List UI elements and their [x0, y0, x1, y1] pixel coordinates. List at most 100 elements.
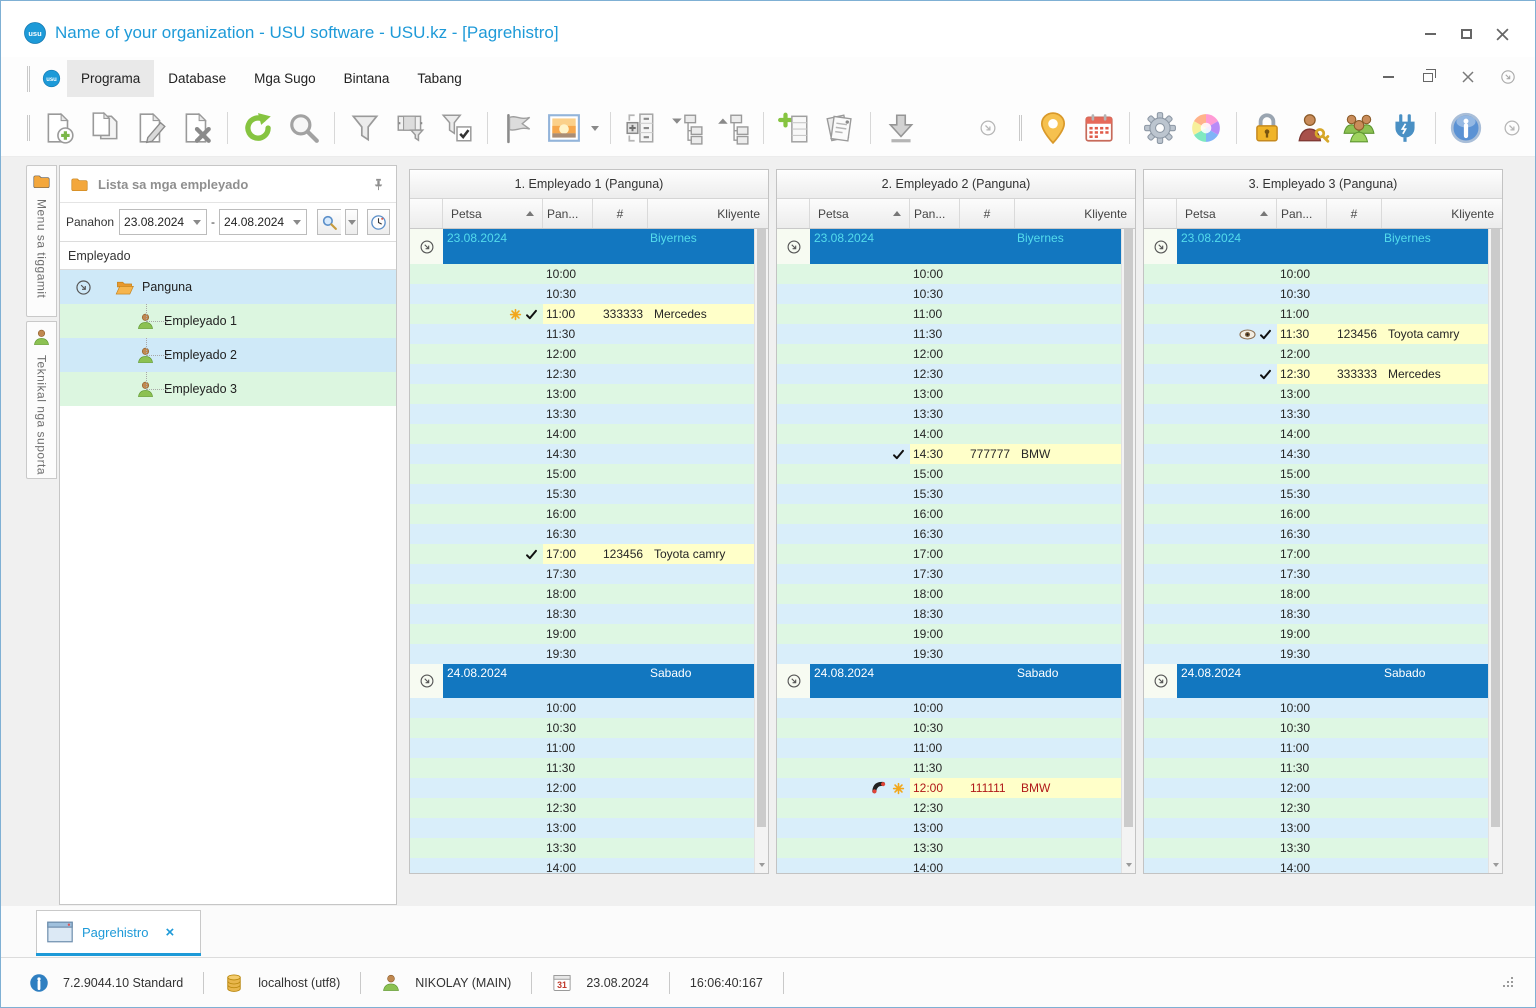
appointment-row[interactable]: 12:30 333333 Mercedes — [1144, 364, 1488, 384]
tree-node-employee-3[interactable]: Empleyado 3 — [60, 372, 396, 406]
time-row[interactable]: 15:30 — [1144, 484, 1488, 504]
chevron-down-icon[interactable] — [188, 210, 206, 234]
search-options-dropdown[interactable] — [345, 209, 359, 235]
time-row[interactable]: 12:00 — [1144, 344, 1488, 364]
time-row[interactable]: 17:30 — [410, 564, 754, 584]
time-row[interactable]: 19:30 — [777, 644, 1121, 664]
time-row[interactable]: 10:30 — [410, 718, 754, 738]
time-row[interactable]: 14:00 — [410, 424, 754, 444]
time-row[interactable]: 19:30 — [1144, 644, 1488, 664]
date-from-picker[interactable]: 23.08.2024 — [119, 209, 208, 235]
time-row[interactable]: 10:30 — [1144, 284, 1488, 304]
time-row[interactable]: 16:30 — [1144, 524, 1488, 544]
column-header-number[interactable]: # — [593, 199, 648, 228]
time-row[interactable]: 10:00 — [1144, 264, 1488, 284]
access-key-button[interactable] — [1290, 106, 1336, 150]
time-row[interactable]: 12:30 — [777, 798, 1121, 818]
users-button[interactable] — [1336, 106, 1382, 150]
time-row[interactable]: 10:00 — [777, 264, 1121, 284]
appointment-row[interactable]: 17:00 123456 Toyota camry — [410, 544, 754, 564]
vertical-scrollbar[interactable] — [1488, 229, 1502, 873]
chevron-down-icon[interactable] — [288, 210, 306, 234]
edit-document-button[interactable] — [128, 106, 174, 150]
reports-button[interactable] — [817, 106, 863, 150]
appointment-row[interactable]: 14:30 777777 BMW — [777, 444, 1121, 464]
time-row[interactable]: 15:30 — [410, 484, 754, 504]
time-row[interactable]: 13:00 — [1144, 818, 1488, 838]
download-button[interactable] — [878, 106, 924, 150]
collapse-tree-button[interactable] — [664, 106, 710, 150]
schedule-view-button[interactable] — [367, 209, 390, 235]
filter-button[interactable] — [342, 106, 388, 150]
time-row[interactable]: 11:30 — [410, 758, 754, 778]
expand-tree-button[interactable] — [710, 106, 756, 150]
time-row[interactable]: 12:00 — [1144, 778, 1488, 798]
time-row[interactable]: 10:00 — [410, 264, 754, 284]
time-row[interactable]: 10:30 — [1144, 718, 1488, 738]
toolbar-grip[interactable] — [27, 115, 30, 141]
scrollbar-thumb[interactable] — [1491, 229, 1500, 827]
time-row[interactable]: 18:00 — [777, 584, 1121, 604]
time-row[interactable]: 18:30 — [410, 604, 754, 624]
filter-confirm-button[interactable] — [434, 106, 480, 150]
refresh-button[interactable] — [235, 106, 281, 150]
column-header-kliyente[interactable]: Kliyente — [1015, 199, 1135, 228]
time-row[interactable]: 13:00 — [777, 384, 1121, 404]
time-row[interactable]: 11:00 — [777, 304, 1121, 324]
date-row[interactable]: 24.08.2024 Sabado — [1144, 664, 1488, 698]
time-row[interactable]: 12:30 — [777, 364, 1121, 384]
scrollbar-down-button[interactable] — [1489, 857, 1502, 873]
appointment-row[interactable]: 11:00 333333 Mercedes — [410, 304, 754, 324]
resize-grip[interactable] — [1503, 976, 1515, 989]
time-row[interactable]: 12:00 — [777, 344, 1121, 364]
minimize-button[interactable] — [1419, 25, 1441, 43]
delete-document-button[interactable] — [174, 106, 220, 150]
time-row[interactable]: 15:30 — [777, 484, 1121, 504]
time-row[interactable]: 14:00 — [777, 858, 1121, 873]
circled-arrow-icon[interactable] — [1152, 672, 1170, 690]
menu-item-tabang[interactable]: Tabang — [403, 60, 475, 97]
plug-button[interactable] — [1382, 106, 1428, 150]
image-preview-button[interactable] — [541, 106, 587, 150]
circled-arrow-icon[interactable] — [785, 238, 803, 256]
menu-item-mga-sugo[interactable]: Mga Sugo — [240, 60, 330, 97]
time-row[interactable]: 10:00 — [1144, 698, 1488, 718]
column-header-kliyente[interactable]: Kliyente — [648, 199, 768, 228]
time-row[interactable]: 12:30 — [410, 364, 754, 384]
time-row[interactable]: 11:30 — [410, 324, 754, 344]
add-row-button[interactable] — [771, 106, 817, 150]
scrollbar-thumb[interactable] — [757, 229, 766, 827]
time-row[interactable]: 17:30 — [1144, 564, 1488, 584]
time-row[interactable]: 14:00 — [410, 858, 754, 873]
time-row[interactable]: 13:00 — [410, 818, 754, 838]
time-row[interactable]: 13:30 — [410, 838, 754, 858]
column-header-pan[interactable]: Pan... — [543, 199, 593, 228]
column-header-kliyente[interactable]: Kliyente — [1382, 199, 1502, 228]
vertical-scrollbar[interactable] — [1121, 229, 1135, 873]
menu-item-programa[interactable]: Programa — [67, 60, 155, 97]
appointment-row[interactable]: 11:30 123456 Toyota camry — [1144, 324, 1488, 344]
time-row[interactable]: 13:30 — [410, 404, 754, 424]
copy-document-button[interactable] — [82, 106, 128, 150]
calendar-button[interactable] — [1076, 106, 1122, 150]
time-row[interactable]: 12:00 — [410, 778, 754, 798]
time-row[interactable]: 18:00 — [410, 584, 754, 604]
time-row[interactable]: 17:00 — [777, 544, 1121, 564]
time-row[interactable]: 13:00 — [410, 384, 754, 404]
time-row[interactable]: 10:30 — [410, 284, 754, 304]
time-row[interactable]: 19:00 — [777, 624, 1121, 644]
toolbar-grip[interactable] — [27, 65, 30, 92]
time-row[interactable]: 13:30 — [777, 404, 1121, 424]
time-row[interactable]: 17:30 — [777, 564, 1121, 584]
menu-item-bintana[interactable]: Bintana — [330, 60, 404, 97]
column-header-petsa[interactable]: Petsa — [1177, 199, 1277, 228]
time-row[interactable]: 16:00 — [1144, 504, 1488, 524]
tab-pagrehistro[interactable]: Pagrehistro × — [36, 910, 201, 953]
time-row[interactable]: 11:30 — [777, 324, 1121, 344]
info-button[interactable] — [1443, 106, 1489, 150]
pin-icon[interactable] — [371, 177, 386, 192]
date-row[interactable]: 23.08.2024 Biyernes — [1144, 229, 1488, 264]
time-row[interactable]: 18:30 — [777, 604, 1121, 624]
time-row[interactable]: 12:30 — [410, 798, 754, 818]
time-row[interactable]: 18:00 — [1144, 584, 1488, 604]
